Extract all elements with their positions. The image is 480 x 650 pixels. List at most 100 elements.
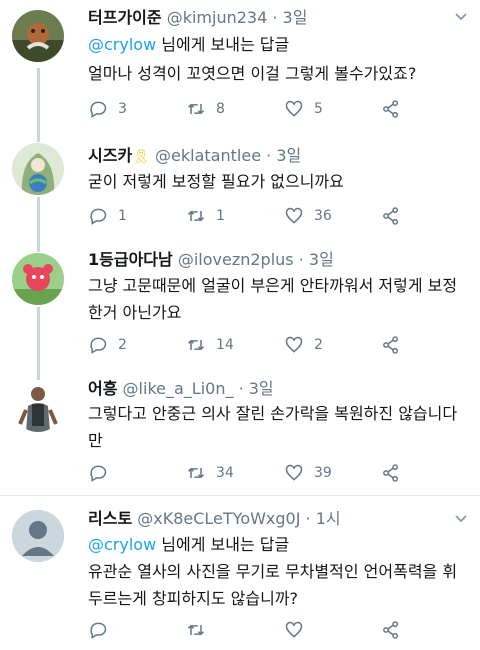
heart-icon — [285, 100, 303, 117]
display-name[interactable]: 어흥 — [88, 379, 117, 398]
action-bar: 34 39 — [88, 461, 468, 485]
tweet-4[interactable]: 어흥 @like_a_Li0n_ · 3일 그렇다고 안중근 의사 잘린 손가락… — [0, 372, 480, 495]
thread-line — [37, 197, 40, 240]
user-handle[interactable]: @like_a_Li0n_ — [123, 379, 234, 398]
share-button[interactable] — [381, 618, 411, 642]
mention-link[interactable]: @crylow — [88, 535, 156, 554]
retweet-button[interactable] — [186, 618, 216, 642]
retweet-button[interactable]: 14 — [186, 333, 234, 357]
tweet-text: 유관순 열사의 사진을 무기로 무차별적인 언어폭력을 휘두르는게 창피하지도 … — [88, 562, 458, 608]
avatar[interactable] — [12, 143, 64, 195]
reply-icon — [90, 337, 107, 354]
reply-button[interactable]: 1 — [88, 204, 127, 228]
display-name[interactable]: 터프가이준 — [88, 8, 162, 27]
retweet-count: 34 — [216, 465, 234, 481]
reply-icon — [90, 622, 107, 639]
reply-to-label: 님에게 보내는 답글 — [156, 535, 290, 554]
heart-icon — [285, 207, 303, 224]
reply-to-line: @crylow 님에게 보내는 답글 — [88, 534, 289, 556]
tweet-3[interactable]: 1등급아다남 @ilovezn2plus · 3일 그냥 고문때문에 얼굴이 부… — [0, 240, 480, 372]
timestamp[interactable]: 3일 — [283, 8, 308, 27]
retweet-count: 1 — [216, 208, 225, 224]
tweet-text: 그렇다고 안중근 의사 잘린 손가락을 복원하진 않습니다만 — [88, 404, 458, 450]
reply-icon — [90, 208, 107, 225]
retweet-count: 14 — [216, 337, 234, 353]
like-button[interactable]: 2 — [284, 333, 323, 357]
share-button[interactable] — [381, 461, 411, 485]
action-bar: 3 8 5 — [88, 97, 468, 121]
tweet-text: 얼마나 성격이 꼬엿으면 이걸 그렇게 볼수가있죠? — [88, 64, 417, 83]
timestamp[interactable]: 3일 — [249, 379, 274, 398]
retweet-icon — [187, 103, 205, 115]
share-icon — [383, 100, 399, 118]
avatar[interactable] — [12, 380, 64, 432]
display-name[interactable]: 1등급아다남 — [88, 250, 173, 269]
like-button[interactable]: 36 — [284, 204, 332, 228]
retweet-icon — [187, 467, 205, 479]
retweet-button[interactable]: 34 — [186, 461, 234, 485]
tweet-text: 그냥 고문때문에 얼굴이 부은게 안타까워서 저렇게 보정한거 아닌가요 — [88, 276, 458, 322]
reply-to-label: 님에게 보내는 답글 — [156, 35, 290, 54]
like-count: 5 — [314, 101, 323, 117]
share-button[interactable] — [381, 204, 411, 228]
like-button[interactable]: 5 — [284, 97, 323, 121]
tweet-2[interactable]: 시즈카🎗 @eklatantlee · 3일 굳이 저렇게 보정할 필요가 없으… — [0, 130, 480, 240]
thread-line — [37, 130, 40, 142]
like-button[interactable]: 39 — [284, 461, 332, 485]
chevron-down-icon[interactable] — [454, 10, 468, 24]
separator: · — [298, 250, 304, 269]
user-handle[interactable]: @ilovezn2plus — [178, 250, 294, 269]
tweet-1[interactable]: 터프가이준 @kimjun234 · 3일 @crylow 님에게 보내는 답글… — [0, 0, 480, 130]
separator: · — [305, 509, 311, 528]
reply-button[interactable]: 3 — [88, 97, 127, 121]
like-count: 36 — [314, 208, 332, 224]
reply-count: 2 — [118, 337, 127, 353]
action-bar: 2 14 2 — [88, 333, 468, 357]
like-button[interactable] — [284, 618, 314, 642]
timestamp[interactable]: 3일 — [309, 250, 334, 269]
user-handle[interactable]: @eklatantlee — [155, 146, 261, 165]
share-button[interactable] — [381, 333, 411, 357]
user-handle[interactable]: @kimjun234 — [167, 8, 268, 27]
retweet-icon — [187, 339, 205, 351]
reply-button[interactable] — [88, 461, 118, 485]
user-handle[interactable]: @xK8eCLeTYoWxg0J — [137, 509, 300, 528]
reply-icon — [90, 465, 107, 482]
thread-line — [37, 240, 40, 252]
retweet-button[interactable]: 1 — [186, 204, 225, 228]
avatar[interactable] — [12, 253, 64, 305]
avatar[interactable] — [12, 10, 64, 62]
timestamp[interactable]: 3일 — [276, 146, 301, 165]
chevron-down-icon[interactable] — [454, 512, 468, 526]
thread-line — [37, 68, 40, 130]
share-icon — [383, 207, 399, 225]
separator: · — [272, 8, 278, 27]
separator: · — [238, 379, 244, 398]
like-count: 2 — [314, 337, 323, 353]
retweet-button[interactable]: 8 — [186, 97, 225, 121]
separator: · — [266, 146, 272, 165]
heart-icon — [285, 621, 303, 638]
share-button[interactable] — [381, 97, 411, 121]
tweet-5[interactable]: 리스토 @xK8eCLeTYoWxg0J · 1시 @crylow 님에게 보내… — [0, 496, 480, 650]
tweet-header: 시즈카🎗 @eklatantlee · 3일 — [88, 146, 440, 167]
retweet-icon — [187, 210, 205, 222]
yellow-ribbon-icon: 🎗 — [132, 149, 150, 165]
reply-button[interactable] — [88, 618, 118, 642]
default-avatar[interactable] — [12, 510, 64, 562]
reply-button[interactable]: 2 — [88, 333, 127, 357]
retweet-count: 8 — [216, 101, 225, 117]
share-icon — [383, 621, 399, 639]
thread-line — [37, 307, 40, 372]
reply-count: 3 — [118, 101, 127, 117]
tweet-header: 리스토 @xK8eCLeTYoWxg0J · 1시 — [88, 509, 440, 529]
thread-line — [37, 372, 40, 380]
display-name[interactable]: 시즈카 — [88, 146, 132, 165]
mention-link[interactable]: @crylow — [88, 35, 156, 54]
display-name[interactable]: 리스토 — [88, 509, 132, 528]
heart-icon — [285, 336, 303, 353]
like-count: 39 — [314, 465, 332, 481]
tweet-header: 1등급아다남 @ilovezn2plus · 3일 — [88, 250, 440, 270]
timestamp[interactable]: 1시 — [316, 509, 341, 528]
action-bar: 1 1 36 — [88, 204, 468, 228]
